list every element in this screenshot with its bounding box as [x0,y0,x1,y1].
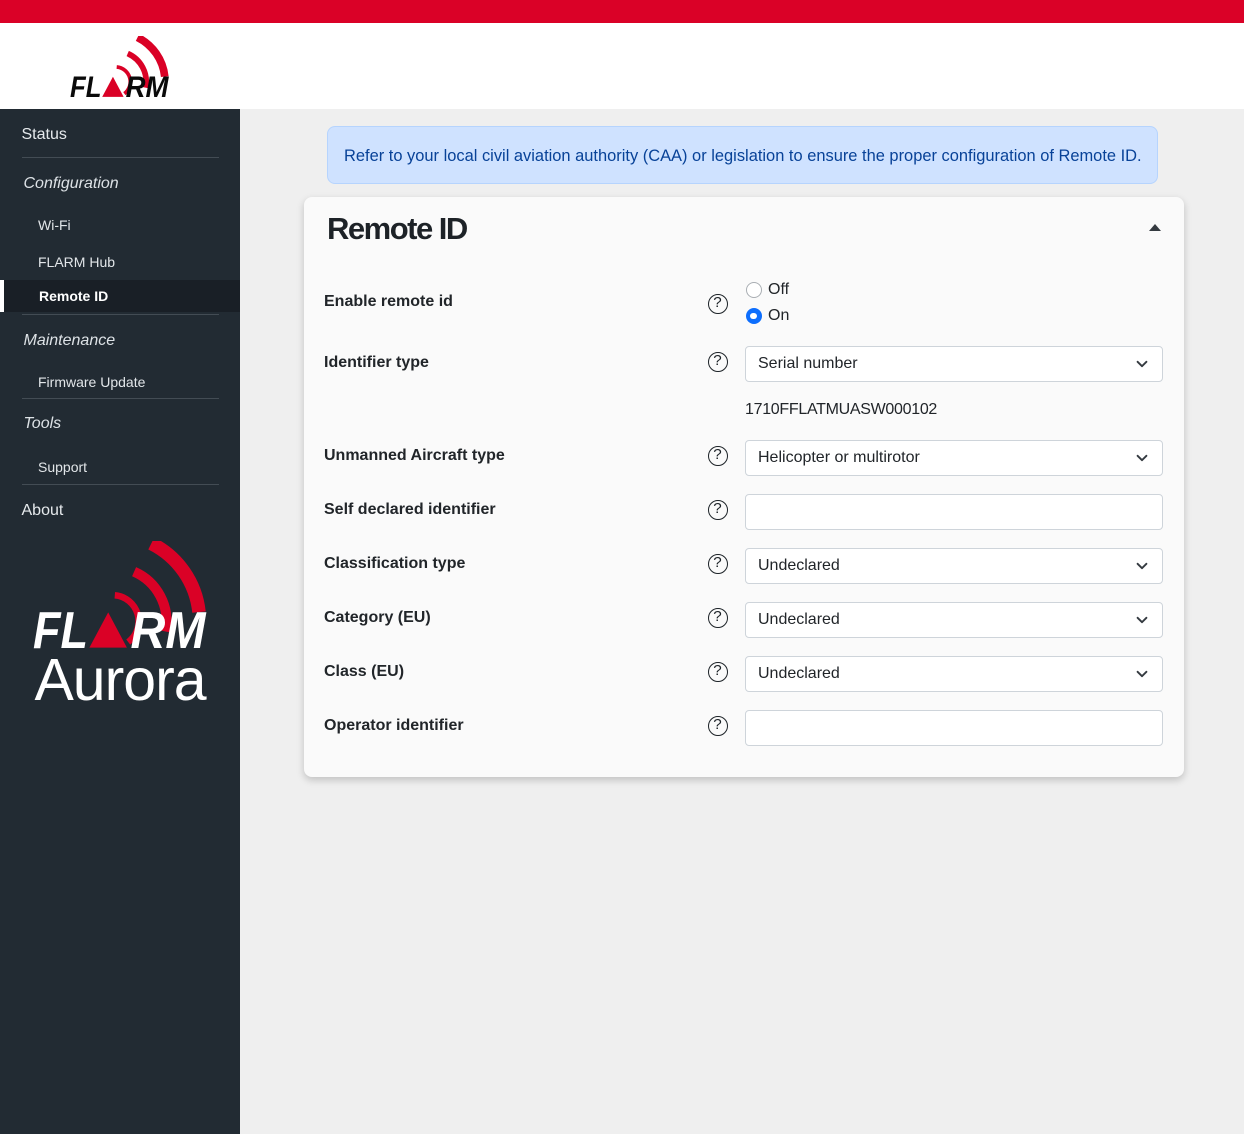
svg-text:FL: FL [70,71,101,98]
svg-text:RM: RM [131,602,208,649]
svg-text:FL: FL [33,602,88,649]
svg-text:RM: RM [126,71,170,98]
